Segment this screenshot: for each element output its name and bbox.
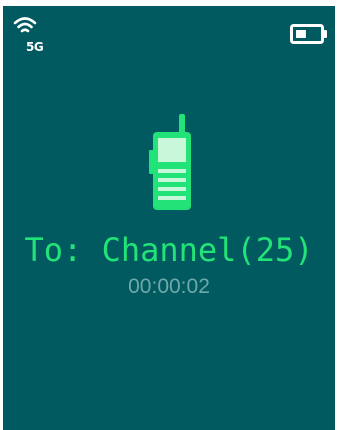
- call-duration-timer: 00:00:02: [128, 275, 210, 298]
- call-target-label: To: Channel(25): [24, 231, 314, 269]
- battery-level-fill: [296, 30, 306, 38]
- battery-icon: [290, 24, 327, 44]
- battery-indicator: [290, 24, 330, 44]
- wifi-signal-icon: [13, 17, 37, 33]
- walkie-talkie-icon: [149, 114, 193, 214]
- ptt-call-screen: 5G To: Channel(25) 00:00:02: [3, 6, 335, 430]
- signal-indicator: 5G: [13, 16, 65, 53]
- network-type-label: 5G: [26, 40, 44, 54]
- status-bar: 5G: [3, 6, 335, 53]
